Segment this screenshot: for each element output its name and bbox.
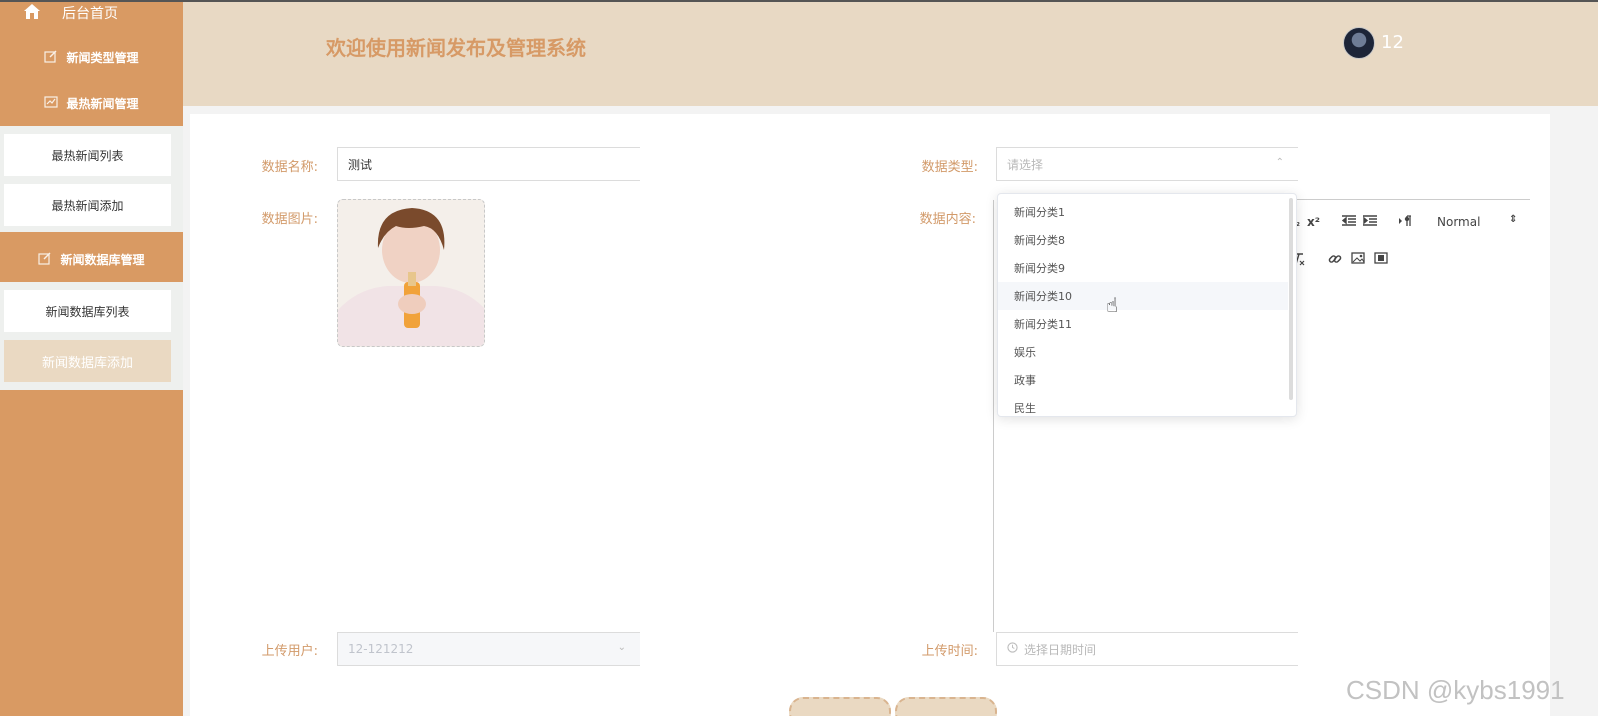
- clock-icon: [1007, 642, 1018, 656]
- chevron-down-icon: ⌄: [617, 642, 626, 653]
- image-label: 数据图片:: [261, 212, 318, 227]
- editor-container: [993, 200, 994, 632]
- type-dropdown: 新闻分类1 新闻分类8 新闻分类9 新闻分类10 新闻分类11 娱乐 政事 民生: [997, 193, 1297, 417]
- sidebar: 后台首页 新闻类型管理 最热新闻管理 最热新闻列表 最热新闻添加 新闻数据库管理…: [0, 2, 183, 716]
- dropdown-option[interactable]: 民生: [998, 394, 1288, 416]
- sidebar-home[interactable]: 后台首页: [0, 2, 183, 24]
- sidebar-item-label: 新闻数据库列表: [45, 304, 130, 319]
- sidebar-group-label: 新闻数据库管理: [60, 252, 145, 267]
- dropdown-option[interactable]: 新闻分类1: [998, 198, 1288, 226]
- uploaded-image: [338, 200, 484, 346]
- sidebar-group-label: 最热新闻管理: [66, 96, 139, 111]
- sidebar-item-hot-news-list[interactable]: 最热新闻列表: [4, 134, 171, 176]
- sidebar-group-hot-news[interactable]: 最热新闻管理: [0, 80, 183, 126]
- dropdown-option[interactable]: 娱乐: [998, 338, 1288, 366]
- dropdown-scrollbar[interactable]: [1289, 198, 1293, 400]
- name-input[interactable]: 测试: [337, 147, 640, 181]
- sidebar-home-label: 后台首页: [62, 6, 118, 22]
- dropdown-option[interactable]: 新闻分类9: [998, 254, 1288, 282]
- superscript-button[interactable]: x²: [1307, 215, 1320, 229]
- datetime-placeholder: 选择日期时间: [1024, 642, 1097, 657]
- dropdown-option[interactable]: 新闻分类11: [998, 310, 1288, 338]
- reset-button[interactable]: [895, 697, 997, 716]
- link-icon[interactable]: [1328, 252, 1342, 269]
- chart-icon: [44, 95, 59, 112]
- chevron-up-icon: ⌃: [1275, 157, 1284, 168]
- sidebar-group-label: 新闻类型管理: [66, 50, 139, 65]
- submit-button[interactable]: [789, 697, 891, 716]
- dropdown-option[interactable]: 新闻分类8: [998, 226, 1288, 254]
- user-select: 12-121212 ⌄: [337, 632, 640, 666]
- sidebar-group-news-db[interactable]: 新闻数据库管理: [0, 236, 183, 282]
- type-select[interactable]: 请选择 ⌃: [996, 147, 1298, 181]
- sidebar-item-label: 新闻数据库添加: [41, 355, 133, 371]
- edit-icon: [44, 49, 58, 66]
- page-title: 欢迎使用新闻发布及管理系统: [326, 36, 586, 60]
- user-select-value: 12-121212: [348, 642, 414, 656]
- edit-icon: [38, 251, 52, 268]
- sidebar-item-hot-news-add[interactable]: 最热新闻添加: [4, 184, 171, 226]
- type-label: 数据类型:: [921, 160, 978, 175]
- username[interactable]: 12: [1381, 32, 1404, 53]
- form-card: 数据名称: 测试 数据类型: 请选择 ⌃ 数据图片: 数据内容: ₂ x² No…: [190, 114, 1550, 716]
- home-icon: [22, 3, 42, 23]
- content-label: 数据内容:: [919, 212, 976, 227]
- size-select-arrow-icon: ⇕: [1509, 214, 1518, 225]
- outdent-icon[interactable]: [1341, 215, 1356, 230]
- dropdown-option[interactable]: 政事: [998, 366, 1288, 394]
- dropdown-option-hovered[interactable]: 新闻分类10: [998, 282, 1288, 310]
- type-select-placeholder: 请选择: [1007, 157, 1044, 172]
- video-icon[interactable]: [1374, 252, 1388, 267]
- avatar[interactable]: [1343, 27, 1375, 59]
- time-label: 上传时间:: [921, 644, 978, 659]
- datetime-picker[interactable]: 选择日期时间: [996, 632, 1298, 666]
- sidebar-item-news-db-list[interactable]: 新闻数据库列表: [4, 290, 171, 332]
- name-label: 数据名称:: [261, 160, 318, 175]
- editor-toolbar-border: [1280, 199, 1530, 200]
- name-input-value: 测试: [348, 157, 373, 172]
- indent-icon[interactable]: [1363, 215, 1377, 230]
- top-header: 欢迎使用新闻发布及管理系统 12: [183, 2, 1598, 106]
- size-select[interactable]: Normal: [1437, 215, 1480, 229]
- sidebar-item-label: 最热新闻添加: [51, 198, 124, 213]
- sidebar-item-label: 最热新闻列表: [51, 148, 124, 163]
- sidebar-group-news-type[interactable]: 新闻类型管理: [0, 34, 183, 80]
- user-label: 上传用户:: [261, 644, 318, 659]
- hand-cursor-icon: ☝: [1106, 293, 1119, 317]
- image-upload[interactable]: [337, 199, 485, 347]
- watermark: CSDN @kybs1991: [1346, 675, 1565, 705]
- sidebar-item-news-db-add[interactable]: 新闻数据库添加: [4, 340, 171, 382]
- image-icon[interactable]: [1351, 252, 1365, 267]
- text-direction-icon[interactable]: [1398, 215, 1412, 230]
